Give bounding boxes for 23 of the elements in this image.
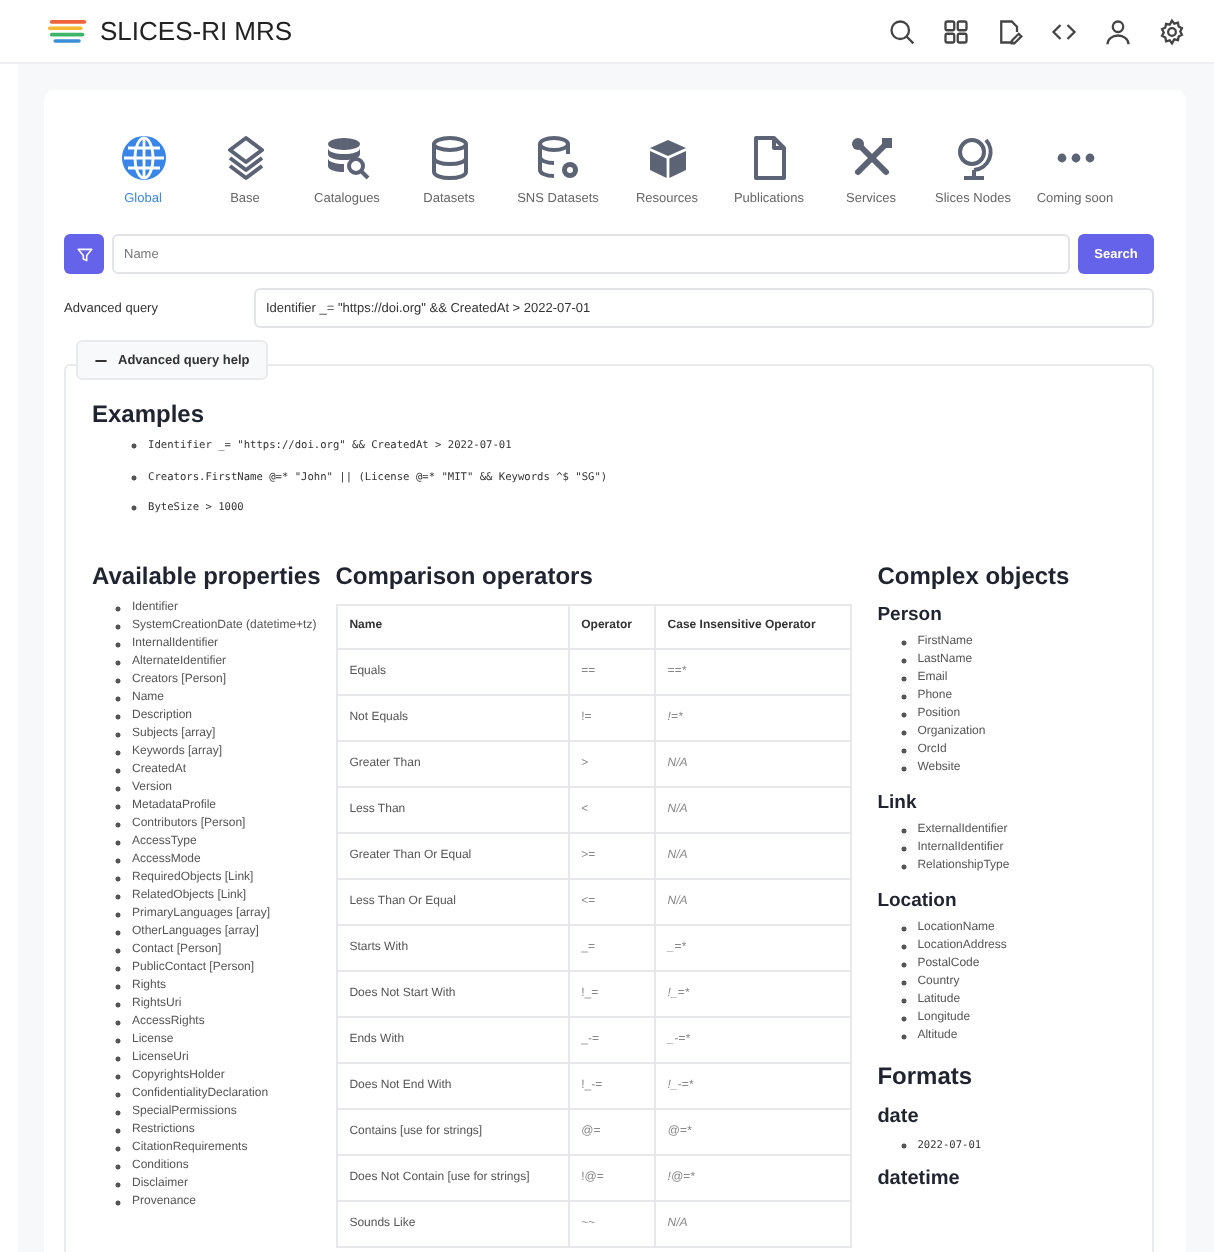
search-icon[interactable] (888, 17, 916, 45)
object-heading: Person (877, 603, 944, 625)
database-search-icon (323, 134, 371, 182)
logo-icon (48, 18, 88, 44)
format-heading: date (877, 1105, 921, 1127)
globe-icon (119, 134, 167, 182)
complex-objects-heading: Complex objects (877, 561, 1072, 589)
properties-heading: Available properties (92, 561, 323, 589)
format-heading: datetime (877, 1167, 962, 1189)
database-gear-icon (534, 134, 582, 182)
user-icon[interactable] (1104, 17, 1132, 45)
object-heading: Location (877, 889, 959, 911)
filter-icon (75, 245, 93, 263)
grid-icon[interactable] (942, 17, 970, 45)
file-edit-icon[interactable] (996, 17, 1024, 45)
operators-heading: Comparison operators (335, 561, 595, 589)
filter-button[interactable] (64, 234, 104, 274)
examples-heading: Examples (92, 400, 207, 428)
object-heading: Link (877, 791, 919, 813)
app-title: SLICES-RI MRS (100, 16, 293, 46)
formats-heading: Formats (877, 1061, 975, 1089)
dots-icon (1055, 152, 1095, 164)
settings-icon[interactable] (1158, 17, 1186, 45)
